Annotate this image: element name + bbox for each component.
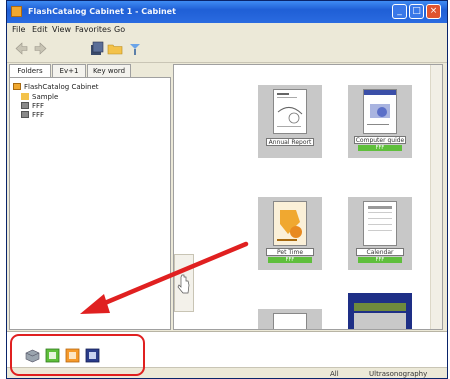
annotation-arrow xyxy=(80,241,249,314)
